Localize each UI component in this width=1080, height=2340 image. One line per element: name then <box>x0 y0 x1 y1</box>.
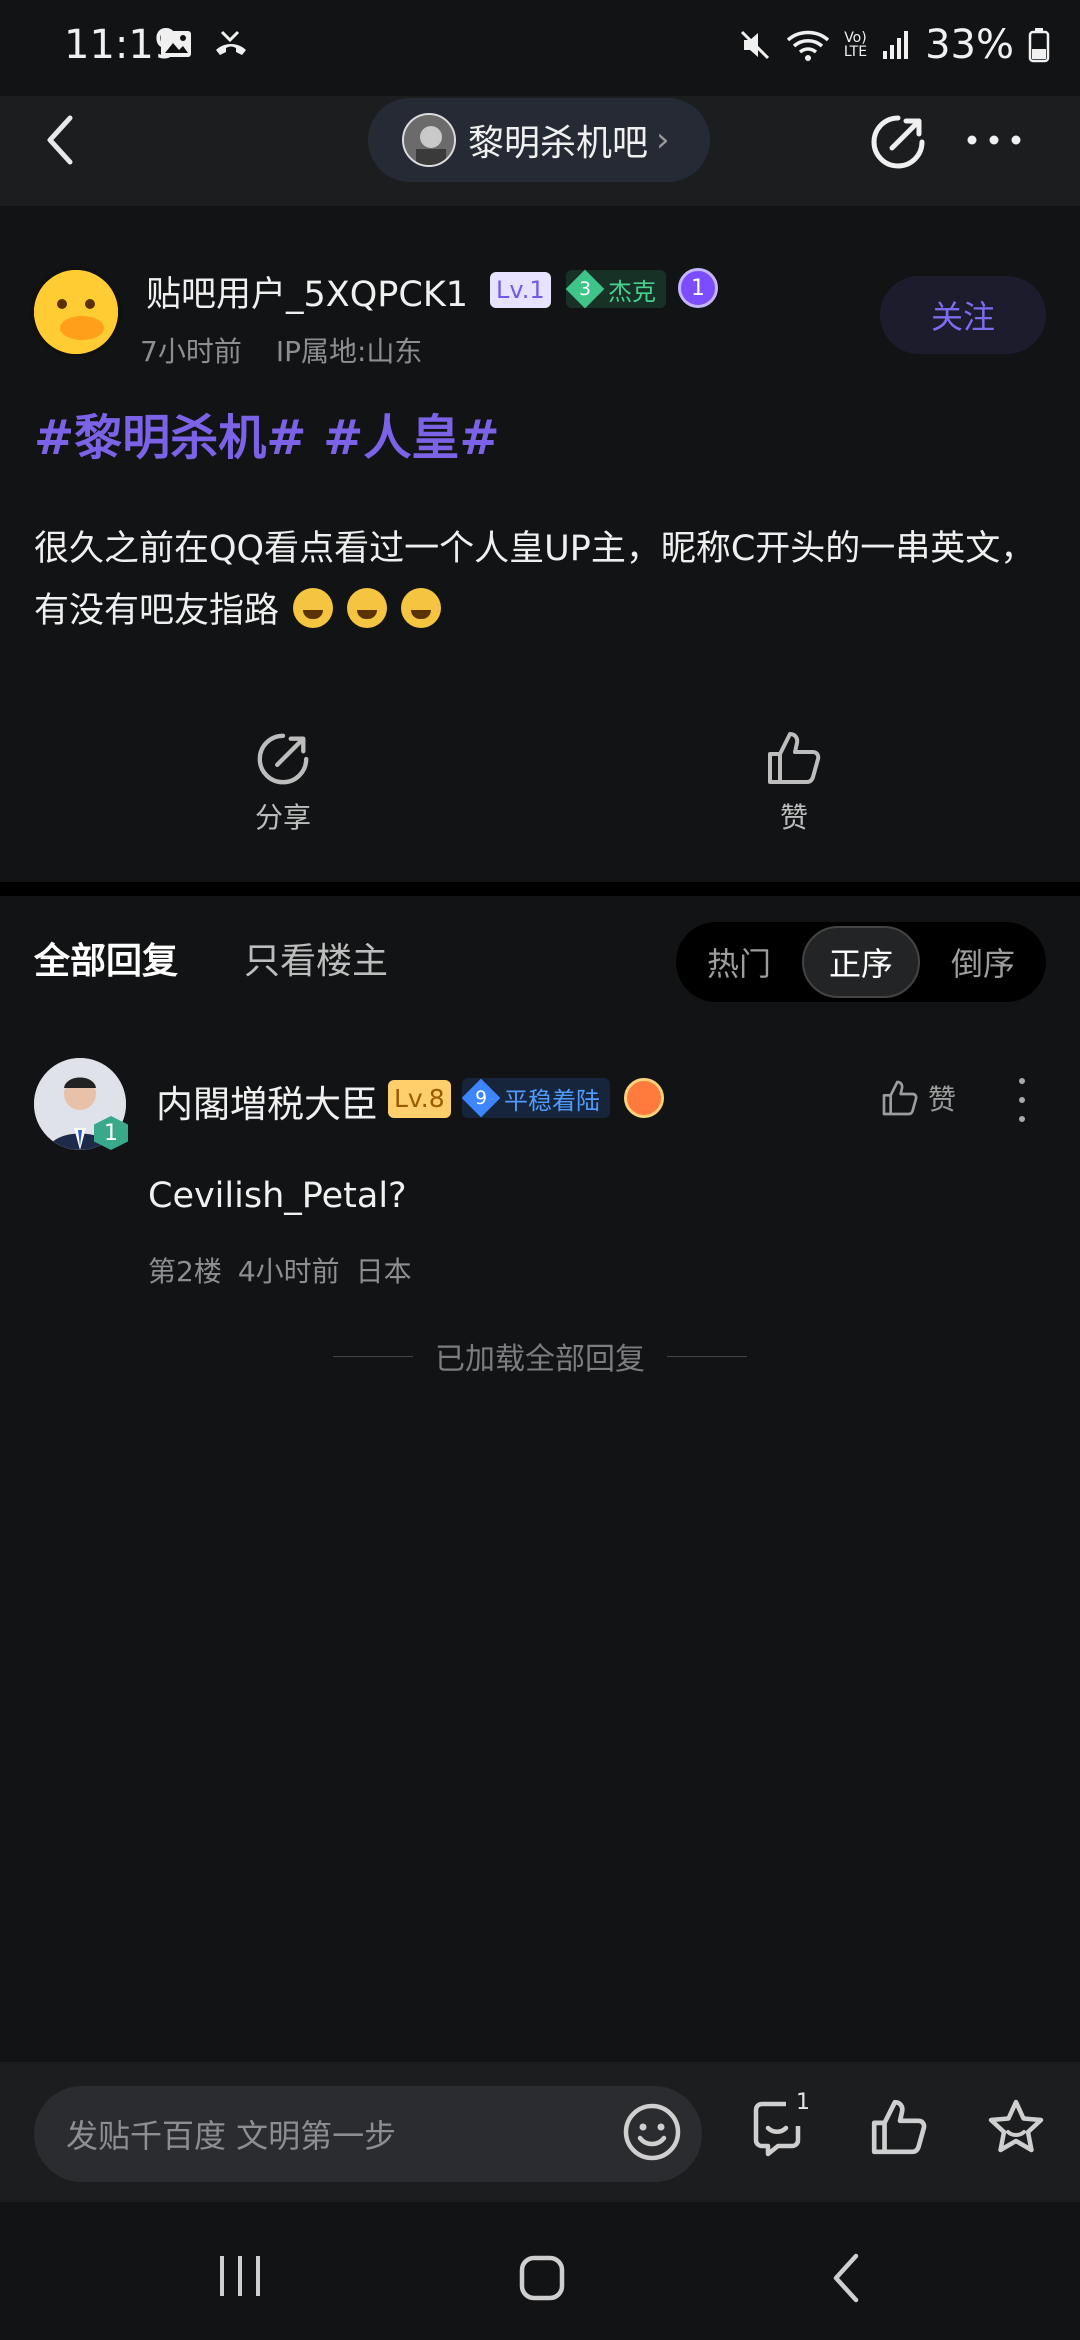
forum-avatar <box>402 113 456 167</box>
post-hashtags[interactable]: #黎明杀机# #人皇# <box>34 398 500 468</box>
battery-icon <box>1028 27 1050 63</box>
like-label: 赞 <box>779 801 808 834</box>
mute-icon <box>738 28 772 62</box>
crying-emoji-icon <box>347 588 388 628</box>
level-badge: Lv.1 <box>490 272 551 308</box>
rank-diamond-icon: 9 <box>461 1078 501 1118</box>
share-icon <box>254 730 312 788</box>
share-action[interactable]: 分享 <box>254 730 312 836</box>
post-ip: IP属地:山东 <box>275 335 423 368</box>
crying-emoji-icon <box>293 588 334 628</box>
sort-toggle: 热门 正序 倒序 <box>676 922 1046 1002</box>
thumbs-up-icon <box>880 1078 920 1118</box>
like-action[interactable]: 赞 <box>764 728 824 836</box>
tab-all-replies[interactable]: 全部回复 <box>34 932 178 984</box>
battery-percent: 33% <box>925 22 1014 68</box>
reply-username[interactable]: 内閣増税大臣 <box>156 1074 378 1128</box>
follow-button[interactable]: 关注 <box>880 276 1046 354</box>
home-icon[interactable] <box>518 2254 566 2302</box>
reply-rank-title: 平稳着陆 <box>504 1086 600 1115</box>
forum-name: 黎明杀机吧 <box>468 123 649 164</box>
divider-line <box>333 1355 413 1357</box>
reply-input-placeholder: 发贴千百度 文明第一步 <box>66 2117 397 2155</box>
sort-ascending[interactable]: 正序 <box>802 926 920 998</box>
all-loaded-indicator: 已加载全部回复 <box>0 1334 1080 1378</box>
comment-count: 1 <box>796 2090 810 2115</box>
post-meta: 7小时前 IP属地:山东 <box>140 330 422 370</box>
signal-icon <box>881 29 911 61</box>
reply-text: Cevilish_Petal? <box>148 1176 407 1216</box>
tab-owner-only[interactable]: 只看楼主 <box>244 932 388 984</box>
status-right: Vo) LTE 33% <box>738 22 1050 68</box>
back-icon[interactable] <box>44 112 78 168</box>
medal-icon <box>624 1078 664 1118</box>
reply-like-button[interactable]: 赞 <box>880 1078 956 1118</box>
share-icon[interactable] <box>868 112 928 172</box>
divider-line <box>667 1355 747 1357</box>
wifi-icon <box>786 28 830 62</box>
rank-title: 杰克 <box>608 277 656 306</box>
reply-input[interactable]: 发贴千百度 文明第一步 <box>34 2086 702 2182</box>
missed-call-icon <box>212 26 250 62</box>
reply-location: 日本 <box>355 1255 412 1288</box>
reply-like-label: 赞 <box>928 1083 957 1116</box>
reply-floor: 第2楼 <box>148 1255 222 1288</box>
all-loaded-text: 已加载全部回复 <box>435 1342 645 1377</box>
reply-level-badge: Lv.8 <box>388 1080 451 1118</box>
thumbs-up-icon <box>764 728 824 788</box>
sort-hot[interactable]: 热门 <box>680 926 798 998</box>
rank-badge: 3 杰克 <box>565 269 666 309</box>
reply-time: 4小时前 <box>237 1255 340 1288</box>
post-body-text: 很久之前在QQ看点看过一个人皇UP主，昵称C开头的一串英文，有没有吧友指路 <box>34 529 1036 631</box>
forum-pill[interactable]: 黎明杀机吧 › <box>368 98 710 182</box>
post-username[interactable]: 贴吧用户_5XQPCK1 <box>146 266 468 317</box>
reply-rank-badge: 9 平稳着陆 <box>461 1078 610 1118</box>
chevron-right-icon: › <box>656 120 670 160</box>
post-author-avatar[interactable] <box>30 266 122 358</box>
emoji-icon[interactable] <box>620 2100 684 2164</box>
volte-icon: Vo) LTE <box>843 30 868 60</box>
nav-back-icon[interactable] <box>830 2252 862 2304</box>
share-label: 分享 <box>254 801 311 834</box>
more-icon[interactable] <box>964 130 1024 150</box>
thumbs-up-icon[interactable] <box>868 2096 930 2158</box>
post-time: 7小时前 <box>140 335 242 368</box>
sort-descending[interactable]: 倒序 <box>924 926 1042 998</box>
status-left-icons <box>158 26 250 62</box>
section-divider <box>0 882 1080 896</box>
reply-meta: 第2楼 4小时前 日本 <box>148 1250 412 1290</box>
image-icon <box>158 26 194 62</box>
rank-diamond-icon: 3 <box>565 269 605 309</box>
recent-apps-icon[interactable] <box>214 2254 266 2298</box>
post-body: 很久之前在QQ看点看过一个人皇UP主，昵称C开头的一串英文，有没有吧友指路 <box>34 518 1044 642</box>
reply-more-icon[interactable] <box>1016 1078 1028 1122</box>
crying-emoji-icon <box>401 588 442 628</box>
star-icon[interactable] <box>984 2096 1048 2160</box>
medal-icon: 1 <box>678 268 718 308</box>
